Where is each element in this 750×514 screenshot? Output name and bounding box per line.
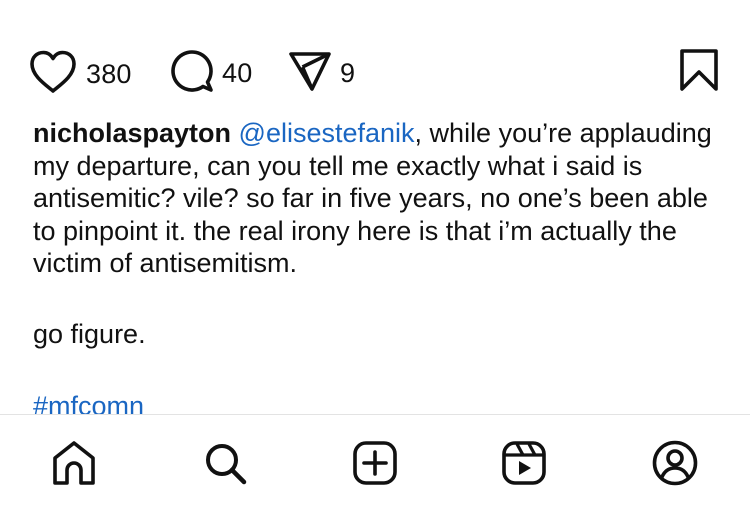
- tab-create[interactable]: [349, 439, 401, 491]
- home-icon[interactable]: [49, 439, 99, 492]
- bottom-tab-bar: [0, 415, 750, 514]
- comment-icon[interactable]: [170, 49, 214, 98]
- tab-home[interactable]: [48, 439, 100, 491]
- tab-search[interactable]: [199, 439, 251, 491]
- caption-username[interactable]: nicholaspayton: [33, 118, 231, 148]
- caption-mention-link[interactable]: @elisestefanik: [239, 118, 415, 148]
- like-count: 380: [86, 59, 132, 89]
- share-count: 9: [340, 58, 356, 88]
- profile-icon[interactable]: [651, 439, 699, 492]
- post-caption: nicholaspayton @elisestefanik, while you…: [33, 117, 723, 423]
- comment-action[interactable]: 40: [170, 49, 252, 98]
- tab-profile[interactable]: [649, 439, 701, 491]
- caption-text-2: go figure.: [33, 318, 146, 349]
- save-action[interactable]: [679, 48, 719, 97]
- tab-reels[interactable]: [498, 439, 550, 491]
- comment-count: 40: [222, 58, 253, 88]
- heart-icon[interactable]: [28, 49, 78, 100]
- create-icon[interactable]: [352, 440, 398, 491]
- caption-paragraph: nicholaspayton @elisestefanik, while you…: [33, 117, 723, 280]
- post-action-bar: 380 40 9: [0, 44, 750, 94]
- reels-icon[interactable]: [501, 440, 547, 491]
- like-action[interactable]: 380: [28, 49, 132, 100]
- search-icon[interactable]: [202, 440, 248, 491]
- send-icon[interactable]: [288, 49, 332, 98]
- bookmark-icon[interactable]: [679, 48, 719, 97]
- share-action[interactable]: 9: [288, 49, 355, 98]
